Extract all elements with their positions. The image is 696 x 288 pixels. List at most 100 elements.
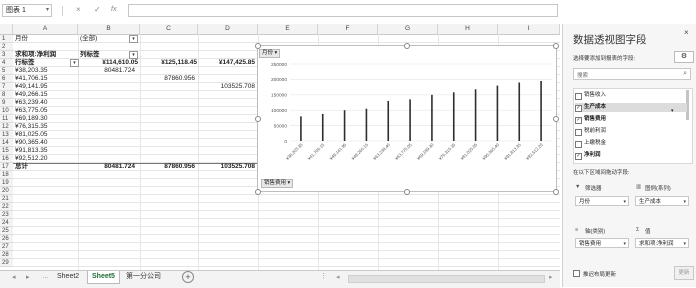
chart-bar[interactable] — [387, 100, 390, 141]
defer-checkbox[interactable] — [573, 270, 580, 277]
update-button[interactable]: 更新 — [674, 266, 694, 280]
pivot-chart[interactable]: 月份 ▾ 0 50000 100000 150000 200000 250000 ¥38,2… — [257, 45, 557, 192]
resize-handle[interactable] — [255, 116, 261, 122]
row-header[interactable]: 25 — [0, 227, 13, 235]
field-checkbox[interactable]: ✓ — [575, 105, 582, 112]
chart-bar[interactable] — [300, 116, 302, 141]
pivot-filter-value[interactable]: (全部) — [80, 35, 97, 43]
column-header-a[interactable]: A — [13, 24, 78, 34]
field-checkbox[interactable] — [575, 129, 582, 136]
hscroll-left-icon[interactable]: ◂ — [336, 273, 340, 281]
column-header-d[interactable]: D — [198, 24, 258, 34]
legend-area-field[interactable]: 生产成本 ▾ — [635, 196, 689, 206]
row-header[interactable]: 21 — [0, 195, 13, 203]
chevron-down-icon[interactable]: ▾ — [46, 5, 49, 16]
more-options-icon[interactable]: ⋮ — [320, 272, 327, 280]
chevron-down-icon[interactable]: ▾ — [623, 239, 626, 249]
row-header[interactable]: 13 — [0, 131, 13, 139]
resize-handle[interactable] — [255, 189, 261, 195]
enter-icon[interactable]: ✓ — [94, 5, 101, 14]
formula-input[interactable] — [128, 4, 558, 17]
field-item[interactable]: ✓ 净利润 — [575, 151, 687, 160]
chart-bar[interactable] — [409, 99, 411, 141]
field-checkbox[interactable]: ✓ — [575, 153, 582, 160]
column-header-g[interactable]: G — [378, 24, 438, 34]
row-header[interactable]: 1 — [0, 35, 13, 43]
resize-handle[interactable] — [553, 116, 559, 122]
row-header[interactable]: 10 — [0, 107, 13, 115]
row-header[interactable]: 19 — [0, 179, 13, 187]
row-header[interactable]: 2 — [0, 43, 13, 51]
field-dropdown-icon[interactable]: ▾ — [671, 108, 674, 114]
chevron-down-icon[interactable]: ▾ — [683, 239, 686, 249]
sheet-tab-branch1[interactable]: 第一分公司 — [122, 271, 165, 283]
chart-bar[interactable] — [452, 92, 455, 141]
resize-handle[interactable] — [404, 189, 410, 195]
column-header-b[interactable]: B — [78, 24, 140, 34]
column-filter-dropdown-icon[interactable]: ▾ — [129, 51, 138, 59]
row-header[interactable]: 9 — [0, 99, 13, 107]
field-item[interactable]: ✓ 销售费用 — [575, 115, 687, 124]
values-area-field[interactable]: 求和项:净利润 ▾ — [635, 238, 689, 248]
resize-handle[interactable] — [553, 189, 559, 195]
sheet-tab-sheet5[interactable]: Sheet5 — [87, 271, 120, 284]
column-header-f[interactable]: F — [318, 24, 378, 34]
column-header-c[interactable]: C — [140, 24, 198, 34]
field-item[interactable]: 上缴税金 — [575, 139, 687, 148]
select-all-corner[interactable] — [0, 24, 13, 34]
chart-bar[interactable] — [365, 108, 368, 141]
filter-area-field[interactable]: 月份 ▾ — [575, 196, 629, 206]
chevron-down-icon[interactable]: ▾ — [683, 197, 686, 207]
name-box[interactable]: 图表 1 ▾ — [2, 4, 52, 17]
chart-bar[interactable] — [474, 89, 477, 141]
scroll-left-icon[interactable]: ◂ — [12, 273, 16, 281]
cancel-icon[interactable]: × — [76, 5, 81, 14]
row-header[interactable]: 7 — [0, 83, 13, 91]
row-header[interactable]: 15 — [0, 147, 13, 155]
add-sheet-icon[interactable]: + — [182, 271, 194, 283]
row-header[interactable]: 20 — [0, 187, 13, 195]
row-header[interactable]: 27 — [0, 243, 13, 251]
search-field[interactable]: 搜索 ⌕ — [573, 68, 691, 80]
chart-bar[interactable] — [496, 85, 499, 141]
chart-axis-tag[interactable]: 销售费用 ▾ — [261, 179, 294, 188]
chart-bar[interactable] — [343, 110, 346, 141]
filter-dropdown-icon[interactable]: ▾ — [129, 35, 138, 43]
search-icon[interactable]: ⌕ — [683, 70, 687, 78]
row-header[interactable]: 6 — [0, 75, 13, 83]
column-header-i[interactable]: I — [498, 24, 560, 34]
insert-function-icon[interactable]: fx — [111, 6, 116, 13]
resize-handle[interactable] — [404, 43, 410, 49]
row-header[interactable]: 18 — [0, 171, 13, 179]
hscroll-right-icon[interactable]: ▸ — [549, 273, 553, 281]
chevron-down-icon[interactable]: ▾ — [623, 197, 626, 207]
row-header[interactable]: 8 — [0, 91, 13, 99]
axis-area-field[interactable]: 销售费用 ▾ — [575, 238, 629, 248]
close-icon[interactable]: × — [684, 28, 689, 37]
resize-handle[interactable] — [553, 43, 559, 49]
row-header[interactable]: 16 — [0, 155, 13, 163]
field-item[interactable]: 税前利润 — [575, 127, 687, 136]
gear-icon[interactable]: ⚙ — [674, 51, 694, 63]
row-header[interactable]: 29 — [0, 259, 13, 267]
chart-bar[interactable] — [321, 113, 324, 141]
row-header[interactable]: 17 — [0, 163, 13, 171]
scroll-right-icon[interactable]: ▸ — [26, 273, 30, 281]
row-header[interactable]: 23 — [0, 211, 13, 219]
row-header[interactable]: 22 — [0, 203, 13, 211]
more-sheets-icon[interactable]: … — [42, 273, 49, 280]
chart-bar[interactable] — [431, 94, 433, 141]
chart-bar[interactable] — [518, 82, 521, 141]
resize-handle[interactable] — [255, 43, 261, 49]
field-item[interactable]: 销售收入 — [575, 91, 687, 100]
sheet-tab-sheet2[interactable]: Sheet2 — [53, 271, 83, 283]
row-header[interactable]: 28 — [0, 251, 13, 259]
chart-bar[interactable] — [540, 80, 542, 141]
column-header-h[interactable]: H — [438, 24, 498, 34]
field-checkbox[interactable] — [575, 93, 582, 100]
row-header[interactable]: 14 — [0, 139, 13, 147]
column-header-e[interactable]: E — [258, 24, 318, 34]
row-header[interactable]: 11 — [0, 115, 13, 123]
field-checkbox[interactable] — [575, 141, 582, 148]
row-header[interactable]: 24 — [0, 219, 13, 227]
